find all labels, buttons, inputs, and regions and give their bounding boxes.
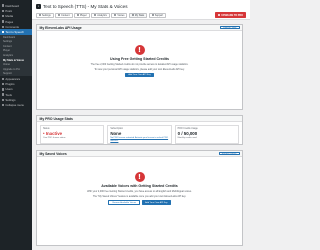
plugin-nav: Settings Content Player Analytics Voices My S… [36, 12, 246, 18]
sidebar-item-collapse-menu[interactable]: Collapse menu [0, 103, 32, 108]
sidebar-item-label: My Stats & Voices [3, 58, 25, 62]
activate-license-link[interactable]: No PRO license activated. Activate your … [110, 137, 168, 142]
sidebar-item-label: Plugins [5, 82, 15, 87]
settings-icon [2, 98, 5, 102]
sidebar-item-label: Users [5, 87, 13, 92]
stat-status: Status • Inactive Your PRO license statu… [40, 125, 105, 144]
exclamation-icon: ! [134, 45, 145, 55]
sidebar-item-label: Voices [3, 63, 11, 67]
dashboard-icon [2, 4, 5, 7]
gear-icon [39, 14, 41, 16]
sidebar-item-label: Content [3, 44, 12, 48]
plugin-header: ♪ Text to Speech (TTS) - My Stats & Voic… [32, 0, 250, 20]
sidebar-submenu: Dashboard Settings Content Player Analytics M… [0, 34, 32, 77]
sidebar-item-label: Dashboard [3, 35, 16, 39]
media-icon [2, 15, 5, 18]
notice-title: Using Free Getting Started Credits [110, 57, 169, 61]
star-icon [218, 14, 221, 16]
sidebar-item-label: Appearance [5, 76, 21, 81]
plugins-icon [2, 82, 5, 86]
sidebar-item-label: Dashboard [5, 3, 20, 8]
play-icon [77, 14, 80, 16]
collapse-menu-icon [2, 104, 5, 107]
appearance-icon [2, 77, 5, 80]
document-icon [58, 14, 61, 16]
notice-title: Available Voices with Getting Started Cr… [101, 184, 178, 188]
refresh-stats-button[interactable]: Refresh Stats [220, 25, 240, 30]
pro-usage-card: My PRO Usage Stats Status • Inactive You… [36, 115, 243, 145]
plugin-logo-icon: ♪ [36, 3, 41, 9]
nav-voices-button[interactable]: Voices [111, 12, 128, 18]
sidebar-item-label: Comments [5, 24, 19, 29]
main-content: ♪ Text to Speech (TTS) - My Stats & Voic… [32, 0, 250, 250]
sidebar-item-label: Support [3, 72, 12, 76]
help-icon [151, 14, 154, 16]
notice-text: The free 2,000 Getting Started credits d… [90, 62, 189, 66]
sidebar-item-label: Settings [5, 97, 16, 102]
add-api-key-button[interactable]: Add Your Own API Key [125, 72, 154, 78]
sidebar-item-label: Player [3, 49, 11, 53]
tools-icon [2, 93, 5, 96]
saved-voices-card: My Saved Voices Refresh Voices ! Availab… [36, 150, 243, 246]
nav-settings-button[interactable]: Settings [36, 12, 54, 18]
stat-subscription: Subscription None No PRO license activat… [107, 125, 172, 144]
users-icon [2, 88, 5, 91]
posts-icon [2, 9, 5, 13]
sidebar-item-label: Tools [5, 92, 12, 97]
add-api-key-button[interactable]: Add Your Own API Key [142, 200, 171, 205]
sidebar-item-label: Collapse menu [5, 103, 25, 108]
stat-credits: PRO Credits Usage 0 / 50,000 Monthly cre… [174, 125, 239, 144]
card-title: My Saved Voices [39, 151, 67, 156]
upgrade-to-pro-button[interactable]: UPGRADE TO PRO [215, 12, 246, 18]
pages-icon [2, 20, 5, 23]
sidebar-item-label: Settings [3, 40, 13, 44]
api-usage-card: My ElevenLabs API Usage Refresh Stats ! … [36, 24, 243, 110]
sidebar-item-label: Analytics [3, 53, 14, 57]
notice-text: To view your personal API usage statisti… [94, 68, 185, 72]
nav-player-button[interactable]: Player [74, 12, 90, 18]
microphone-icon [114, 14, 117, 16]
refresh-voices-button[interactable]: Refresh Voices [218, 151, 240, 156]
chart-icon [94, 14, 97, 16]
admin-sidebar: Dashboard Posts Media Pages Comments Text to… [0, 0, 32, 250]
sidebar-item-label: Media [5, 14, 14, 19]
nav-support-button[interactable]: Support [148, 12, 167, 18]
speaker-icon [2, 30, 5, 34]
sidebar-item-label: Pages [5, 19, 14, 24]
comments-icon [2, 25, 5, 29]
status-badge: • Inactive [43, 131, 63, 136]
nav-content-button[interactable]: Content [55, 12, 73, 18]
card-title: My PRO Usage Stats [39, 116, 73, 121]
page-title: Text to Speech (TTS) - My Stats & Voices [43, 3, 128, 9]
notice-text: The "My Saved Voices" feature is availab… [92, 195, 187, 199]
nav-analytics-button[interactable]: Analytics [91, 12, 110, 18]
browse-voices-button[interactable]: Browse Available Voices [108, 200, 141, 205]
sidebar-item-label: Posts [5, 8, 13, 13]
exclamation-icon: ! [134, 172, 145, 182]
notice-text: With your 2,000 free Getting Started cre… [87, 189, 192, 193]
user-icon [131, 14, 134, 16]
nav-my-stats-button[interactable]: My Stats [128, 12, 148, 18]
sidebar-item-label: Upgrade to Pro [3, 67, 20, 71]
card-title: My ElevenLabs API Usage [39, 25, 82, 30]
